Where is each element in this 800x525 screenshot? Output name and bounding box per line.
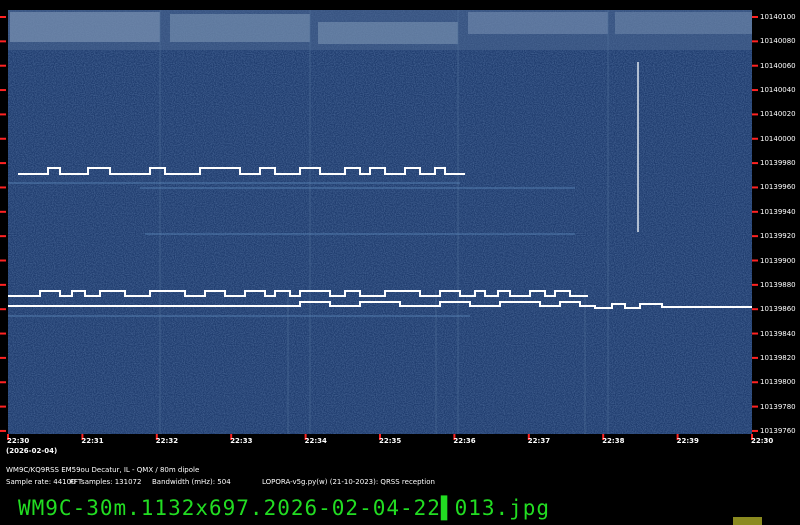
- bandwidth: Bandwidth (mHz): 504: [152, 478, 231, 486]
- station-info: WM9C/KQ9RSS EM59ou Decatur, IL - QMX / 8…: [6, 466, 200, 474]
- x-tick-label: 22:32: [155, 437, 179, 445]
- y-tick-label: 10140020: [760, 110, 796, 119]
- y-tick-label: 10140040: [760, 86, 796, 95]
- software-info: LOPORA-v5g.py(w) (21-10-2023): QRSS rece…: [262, 478, 435, 486]
- y-tick-label: 10140060: [760, 61, 796, 70]
- x-tick-label: 22:33: [230, 437, 253, 445]
- x-tick-label: 22:37: [527, 437, 551, 445]
- y-tick-label: 10139960: [760, 183, 796, 192]
- x-tick-label: 22:30: [751, 437, 774, 445]
- x-tick-label: 22:36: [453, 437, 476, 445]
- corner-block: [733, 517, 762, 525]
- y-tick-label: 10139900: [760, 256, 796, 265]
- y-tick-label: 10140000: [760, 134, 796, 143]
- y-tick-label: 10139820: [760, 353, 796, 362]
- x-tick-label: 22:35: [379, 437, 402, 445]
- filename-caption: WM9C-30m.1132x697.2026-02-04-22▌013.jpg: [18, 496, 551, 520]
- y-tick-label: 10139840: [760, 329, 796, 338]
- y-tick-label: 10139980: [760, 159, 796, 168]
- y-tick-label: 10140080: [760, 37, 796, 46]
- sample-rate: Sample rate: 44100: [6, 478, 76, 486]
- y-tick-label: 10140100: [760, 13, 796, 21]
- x-tick-label: 22:31: [81, 437, 104, 445]
- fft-samples: FFTsamples: 131072: [70, 478, 142, 486]
- y-tick-label: 10139920: [760, 232, 796, 241]
- waterfall-area: [8, 10, 752, 434]
- x-tick-label: 22:38: [602, 437, 625, 445]
- date-label: (2026-02-04): [6, 447, 58, 455]
- waterfall-plot: [0, 10, 758, 440]
- y-tick-label: 10139760: [760, 426, 796, 435]
- y-tick-label: 10139800: [760, 378, 796, 387]
- y-tick-label: 10139940: [760, 207, 796, 216]
- x-tick-label: 22:39: [676, 437, 699, 445]
- y-tick-label: 10139860: [760, 305, 796, 314]
- y-tick-label: 10139880: [760, 280, 796, 289]
- x-tick-label: 22:34: [304, 437, 327, 445]
- x-tick-label: 22:30: [7, 437, 30, 445]
- y-tick-label: 10139780: [760, 402, 796, 411]
